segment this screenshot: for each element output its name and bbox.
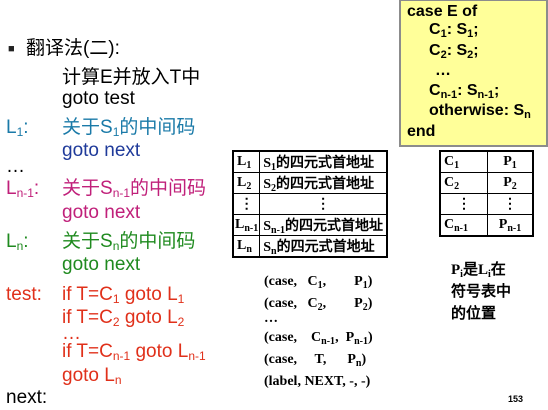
ln-goto: goto next [62,254,141,275]
constant-cell: C1 [439,150,488,173]
table-row: L2 S2的四元式首地址 [232,172,388,194]
label-cell: L2 [232,172,261,194]
case-line-1: case E of [407,3,478,20]
quad-1: (case, C1, P1) [264,274,373,291]
table-row: ⋮ ⋮ [439,193,534,215]
case-statement-box: case E of C1: S1; C2: S2; … Cn-1: Sn-1; … [399,0,548,147]
table-row: Ln-1 Sn-1的四元式首地址 [232,214,388,236]
l1-goto: goto next [62,140,141,161]
address-cell: Sn的四元式首地址 [259,235,388,258]
page-number: 153 [508,394,524,404]
constant-cell: C2 [439,172,488,194]
label-cell: L1 [232,150,261,173]
case-line-3: C2: S2; [429,42,479,61]
note-line-1: Pi是Li在 [451,262,506,280]
square-bullet-icon: ■ [8,43,15,55]
note-line-2: 符号表中 [451,284,512,300]
position-cell: ⋮ [487,193,534,215]
quad-2: (case, C2, P2) [264,296,373,313]
heading-text: 翻译法(二): [25,38,120,59]
position-cell: Pn-1 [487,214,534,237]
next-label: next: [6,387,48,408]
ln1-goto: goto next [62,202,141,223]
symbol-table: C1 P1 C2 P2 ⋮ ⋮ Cn-1 Pn-1 [439,150,534,237]
table-row: C2 P2 [439,172,534,194]
address-cell: S1的四元式首地址 [259,150,388,173]
label-cell: ⋮ [232,193,261,215]
address-cell: ⋮ [259,193,388,215]
case-line-5: Cn-1: Sn-1; [429,82,500,101]
table-row: Cn-1 Pn-1 [439,214,534,237]
quad-5: (label, NEXT, -, -) [264,374,371,389]
quad-ellipsis: … [264,311,278,326]
ln1-text: 关于Sn-1的中间码 [62,178,207,200]
address-cell: Sn-1的四元式首地址 [259,214,388,236]
ln-text: 关于Sn的中间码 [62,231,196,253]
jump-address-table: L1 S1的四元式首地址 L2 S2的四元式首地址 ⋮ ⋮ Ln-1 Sn-1的… [232,150,388,258]
quad-3: (case, Cn-1, Pn-1) [264,330,373,347]
l1-label: L1: [6,117,29,139]
l1-text: 关于S1的中间码 [62,117,196,139]
ellipsis-line: … [6,156,25,177]
test-line-4: goto Ln [62,365,122,387]
case-line-2: C1: S1; [429,21,479,40]
case-line-4: … [435,62,451,79]
constant-cell: Cn-1 [439,214,488,237]
address-cell: S2的四元式首地址 [259,172,388,194]
label-cell: Ln-1 [232,214,261,236]
compute-line: 计算E并放入T中 [62,67,201,88]
heading: ■ 翻译法(二): [8,38,120,60]
test-label: test: [6,284,42,305]
table-row: Ln Sn的四元式首地址 [232,235,388,258]
note-line-3: 的位置 [451,306,497,322]
quad-4: (case, T, Pn) [264,352,367,369]
test-line-3: if T=Cn-1 goto Ln-1 [62,341,206,363]
position-cell: P1 [487,150,534,173]
table-row: L1 S1的四元式首地址 [232,150,388,173]
test-line-1: if T=C1 goto L1 [62,284,185,306]
table-row: C1 P1 [439,150,534,173]
ln-label: Ln: [6,231,29,253]
position-cell: P2 [487,172,534,194]
goto-test-line: goto test [62,88,135,109]
ln1-label: Ln-1: [6,178,40,200]
label-cell: Ln [232,235,261,258]
table-row: ⋮ ⋮ [232,193,388,215]
case-line-6: otherwise: Sn [429,102,531,121]
constant-cell: ⋮ [439,193,488,215]
case-line-7: end [407,123,436,140]
